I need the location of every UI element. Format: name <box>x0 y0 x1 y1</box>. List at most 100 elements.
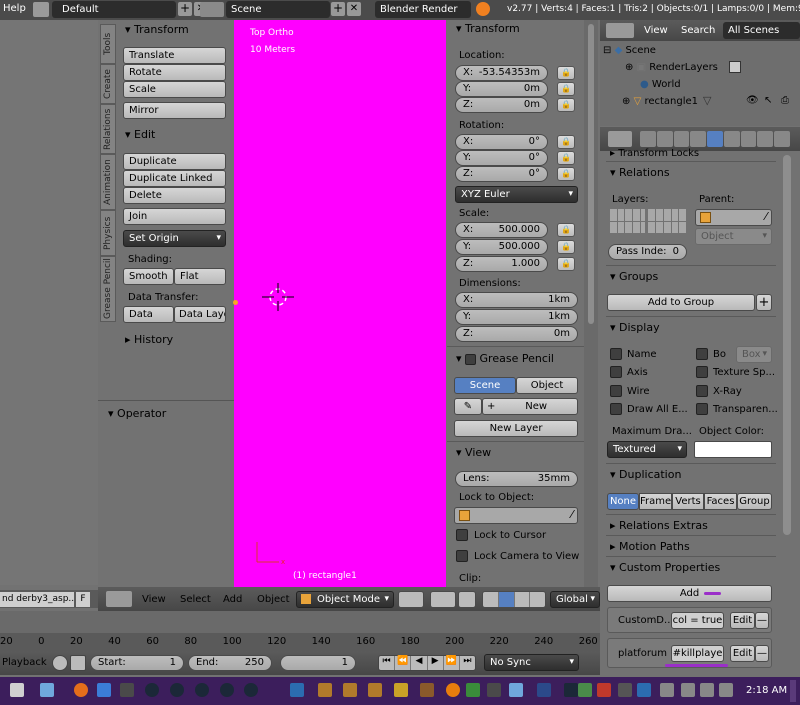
constraints-tab-icon[interactable] <box>723 131 740 147</box>
app-icon[interactable] <box>394 683 408 697</box>
gp-scene-tab[interactable]: Scene <box>454 377 516 394</box>
lock-icon[interactable]: 🔒 <box>557 151 575 165</box>
add-scene-icon[interactable]: + <box>331 2 345 16</box>
dup-group-option[interactable]: Group <box>737 493 772 510</box>
file-tab[interactable]: nd derby3_asp... <box>0 592 74 607</box>
add-property-button[interactable]: Add <box>607 585 772 602</box>
transform-locks-header[interactable]: ▸ Transform Locks <box>610 148 699 159</box>
end-frame-field[interactable]: End: 250 <box>188 655 272 671</box>
mesh-data-icon[interactable]: ▽ <box>703 94 711 107</box>
tray-icon[interactable] <box>681 683 695 697</box>
start-frame-field[interactable]: Start: 1 <box>90 655 184 671</box>
texture-space-checkbox[interactable] <box>696 366 708 378</box>
outliner-filter-dropdown[interactable]: All Scenes <box>723 22 800 39</box>
gp-new-button[interactable]: + New <box>482 398 578 415</box>
lock-icon[interactable]: 🔒 <box>557 240 575 254</box>
render-tab-icon[interactable] <box>640 131 656 147</box>
lock-icon[interactable]: 🔒 <box>557 135 575 149</box>
sync-mode-dropdown[interactable]: No Sync <box>484 654 579 671</box>
history-section-header[interactable]: ▸ History <box>125 333 173 346</box>
editor-type-icon[interactable] <box>106 591 132 607</box>
steam-icon[interactable] <box>195 683 209 697</box>
modifiers-tab-icon[interactable] <box>740 131 757 147</box>
transform-orientation-dropdown[interactable]: Global <box>550 591 600 608</box>
jump-end-icon[interactable]: ⏭ <box>460 656 475 670</box>
add-menu[interactable]: Add <box>223 594 242 605</box>
lock-icon[interactable]: 🔒 <box>557 167 575 181</box>
manipulator-translate-icon[interactable] <box>483 592 499 607</box>
layers-grid[interactable] <box>610 209 686 233</box>
tray-icon[interactable] <box>700 683 714 697</box>
lock-camera-checkbox[interactable] <box>456 550 468 562</box>
steam-icon[interactable] <box>145 683 159 697</box>
lock-icon[interactable]: 🔒 <box>557 82 575 96</box>
steam-icon[interactable] <box>220 683 234 697</box>
add-to-group-button[interactable]: Add to Group <box>607 294 755 311</box>
rotation-z-field[interactable]: Z: 0° <box>455 166 548 182</box>
app-icon[interactable] <box>578 683 592 697</box>
tab-tools[interactable]: Tools <box>100 24 116 64</box>
object-menu[interactable]: Object <box>257 594 290 605</box>
tab-physics[interactable]: Physics <box>100 210 116 256</box>
pivot-point-icon[interactable] <box>430 591 456 608</box>
gp-new-layer-button[interactable]: New Layer <box>454 420 578 437</box>
render-engine-dropdown[interactable]: Blender Render <box>375 1 471 18</box>
view-section-header[interactable]: ▾ View <box>456 446 491 459</box>
scene-icon[interactable] <box>200 2 224 17</box>
firefox-icon[interactable] <box>74 683 88 697</box>
set-origin-dropdown[interactable]: Set Origin <box>123 230 226 247</box>
property-value-field[interactable]: col = true <box>671 612 724 629</box>
layers-tab-icon[interactable] <box>656 131 673 147</box>
dup-frames-option[interactable]: Frames <box>639 493 672 510</box>
scale-y-field[interactable]: Y: 500.000 <box>455 239 548 255</box>
gp-pencil-icon[interactable]: ✎ <box>454 398 482 415</box>
object-origin-dot[interactable] <box>233 300 238 305</box>
app-icon[interactable] <box>120 683 134 697</box>
lock-icon[interactable]: 🔒 <box>557 66 575 80</box>
3d-cursor-icon[interactable] <box>258 280 298 314</box>
custom-properties-header[interactable]: ▾ Custom Properties <box>610 561 720 574</box>
grease-pencil-header[interactable]: ▾ Grease Pencil <box>456 352 554 365</box>
app-icon[interactable] <box>466 683 480 697</box>
display-axis-checkbox[interactable] <box>610 366 622 378</box>
tab-grease-pencil[interactable]: Grease Pencil <box>100 256 116 322</box>
relations-header[interactable]: ▾ Relations <box>610 166 670 179</box>
lock-icon[interactable]: 🔒 <box>557 223 575 237</box>
flat-button[interactable]: Flat <box>174 268 226 285</box>
outliner-item-rectangle1[interactable]: ⊕ ▽ rectangle1 <box>622 96 698 107</box>
duplication-header[interactable]: ▾ Duplication <box>610 468 681 481</box>
groups-header[interactable]: ▾ Groups <box>610 270 658 283</box>
data-button[interactable]: Data <box>123 306 174 323</box>
play-icon[interactable]: ▶ <box>428 656 444 670</box>
app-icon[interactable] <box>537 683 551 697</box>
game-icon[interactable] <box>368 683 382 697</box>
join-button[interactable]: Join <box>123 208 226 225</box>
pass-index-field[interactable]: Pass Inde: 0 <box>608 244 687 260</box>
steam-icon[interactable] <box>170 683 184 697</box>
display-header[interactable]: ▾ Display <box>610 321 660 334</box>
dimension-y-field[interactable]: Y: 1km <box>455 309 578 325</box>
playback-menu[interactable]: Playback <box>2 657 47 668</box>
rotation-y-field[interactable]: Y: 0° <box>455 150 548 166</box>
draw-all-edges-checkbox[interactable] <box>610 403 622 415</box>
transparency-checkbox[interactable] <box>696 403 708 415</box>
blender-taskbar-icon[interactable] <box>446 683 460 697</box>
manipulator-toggle-icon[interactable] <box>458 591 476 608</box>
media-icon[interactable] <box>97 683 111 697</box>
bounds-type-dropdown[interactable]: Box <box>736 346 772 363</box>
outliner-item-renderlayers[interactable]: ⊕ ▣ RenderLayers <box>625 62 718 73</box>
app-icon[interactable] <box>637 683 651 697</box>
grease-pencil-checkbox[interactable] <box>465 353 477 365</box>
edit-section-header[interactable]: ▾ Edit <box>125 128 155 141</box>
keying-set-icon[interactable] <box>70 655 86 671</box>
add-layout-icon[interactable]: + <box>178 2 192 16</box>
draw-type-dropdown[interactable]: Textured <box>607 441 687 458</box>
outliner-search-menu[interactable]: Search <box>681 25 715 36</box>
file-tab-f[interactable]: F <box>76 592 90 607</box>
layout-icon[interactable] <box>33 2 49 17</box>
app-icon[interactable] <box>487 683 501 697</box>
jump-start-icon[interactable]: ⏮ <box>379 656 396 670</box>
n-transform-header[interactable]: ▾ Transform <box>456 22 520 35</box>
start-menu-icon[interactable] <box>10 683 24 697</box>
editor-type-icon[interactable] <box>606 23 634 38</box>
